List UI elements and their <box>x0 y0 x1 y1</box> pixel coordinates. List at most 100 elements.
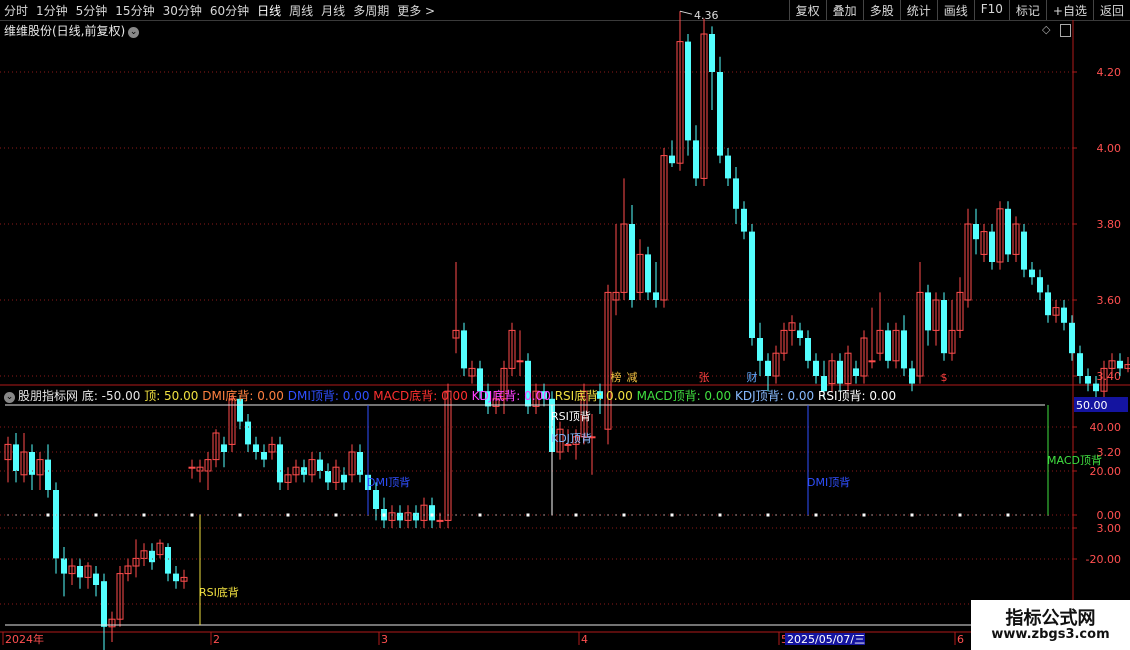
signal-label: DMI顶背 <box>807 475 850 489</box>
zero-dot <box>391 514 393 516</box>
zero-dot <box>639 514 641 516</box>
zero-dot <box>439 514 441 516</box>
zero-dot <box>655 514 657 516</box>
candle-body <box>1061 307 1067 323</box>
zero-dot <box>183 514 185 516</box>
candle-body <box>941 300 947 354</box>
zero-dot <box>943 514 945 516</box>
candle-body <box>725 155 731 179</box>
event-marker: 榜 <box>611 370 622 384</box>
zero-dot <box>735 514 737 516</box>
candle-body <box>813 360 819 376</box>
zero-dot <box>567 514 569 516</box>
indicator-name: 股朋指标网 <box>18 389 82 403</box>
indicator-value: DMI顶背: 0.00 <box>287 389 374 403</box>
indicator-value: 顶: 50.00 <box>144 389 203 403</box>
zero-dot <box>543 514 545 516</box>
chevron-down-icon[interactable]: ⌄ <box>4 392 15 403</box>
signal-label: DMI顶背 <box>367 475 410 489</box>
zero-dot <box>79 514 81 516</box>
candle-body <box>837 360 843 384</box>
candle-body <box>261 452 267 460</box>
candle-body <box>629 224 635 300</box>
zero-dot <box>223 514 225 516</box>
zero-dot <box>647 514 649 516</box>
indicator-value: MACD底背: 0.00 <box>373 389 472 403</box>
date-label: 2024年 <box>5 632 44 646</box>
candle-body <box>693 140 699 179</box>
candle-body <box>101 581 107 627</box>
zero-dot <box>151 514 153 516</box>
zero-dot <box>478 513 482 517</box>
event-marker: 张 <box>699 371 710 384</box>
zero-dot <box>711 514 713 516</box>
candle-body <box>1093 383 1099 392</box>
date-label: 4 <box>581 633 588 646</box>
price-tick-label: 3.00 <box>1097 522 1122 535</box>
zero-dot <box>271 514 273 516</box>
zero-dot <box>718 513 722 517</box>
zero-dot <box>862 513 866 517</box>
candle-body <box>733 178 739 209</box>
zero-dot <box>71 514 73 516</box>
zero-dot <box>823 514 825 516</box>
zero-dot <box>415 514 417 516</box>
zero-dot <box>975 514 977 516</box>
zero-dot <box>703 514 705 516</box>
zero-dot <box>423 514 425 516</box>
signal-label: KDJ顶背 <box>551 431 592 445</box>
zero-dot <box>951 514 953 516</box>
zero-dot <box>495 514 497 516</box>
zero-dot <box>679 514 681 516</box>
zero-dot <box>39 514 41 516</box>
zero-dot <box>1006 513 1010 517</box>
zero-dot <box>327 514 329 516</box>
zero-dot <box>967 514 969 516</box>
zero-dot <box>263 514 265 516</box>
candle-body <box>669 155 675 164</box>
zero-dot <box>519 514 521 516</box>
zero-dot <box>63 514 65 516</box>
zero-dot <box>871 514 873 516</box>
candle-body <box>805 338 811 361</box>
zero-dot <box>407 514 409 516</box>
candle-body <box>221 444 227 452</box>
date-label: 2 <box>213 633 220 646</box>
high-price-label: 4.36 <box>694 9 719 22</box>
zero-dot <box>31 514 33 516</box>
zero-dot <box>487 514 489 516</box>
zero-dot <box>895 514 897 516</box>
candle-body <box>853 368 859 376</box>
zero-dot <box>839 514 841 516</box>
zero-dot <box>991 514 993 516</box>
zero-dot <box>135 514 137 516</box>
candle-body <box>765 360 771 376</box>
zero-dot <box>783 514 785 516</box>
zero-dot <box>855 514 857 516</box>
zero-dot <box>599 514 601 516</box>
candle-body <box>277 444 283 483</box>
indicator-value: RSI顶背: 0.00 <box>818 389 897 403</box>
zero-dot <box>791 514 793 516</box>
zero-dot <box>799 514 801 516</box>
zero-dot <box>910 513 914 517</box>
zero-dot <box>511 514 513 516</box>
candle-body <box>909 368 915 384</box>
candle-body <box>709 34 715 72</box>
zero-dot <box>999 514 1001 516</box>
zero-dot <box>238 513 242 517</box>
candle-body <box>973 224 979 240</box>
zero-dot <box>55 514 57 516</box>
candle-body <box>901 330 907 369</box>
zero-dot <box>903 514 905 516</box>
zero-dot <box>615 514 617 516</box>
candle-body <box>253 444 259 452</box>
zero-dot <box>1039 514 1041 516</box>
candle-body <box>429 505 435 521</box>
zero-dot <box>279 514 281 516</box>
zero-dot <box>46 513 50 517</box>
zero-dot <box>15 514 17 516</box>
zero-dot <box>847 514 849 516</box>
price-tick-label: 3.40 <box>1097 370 1122 383</box>
zero-dot <box>463 514 465 516</box>
